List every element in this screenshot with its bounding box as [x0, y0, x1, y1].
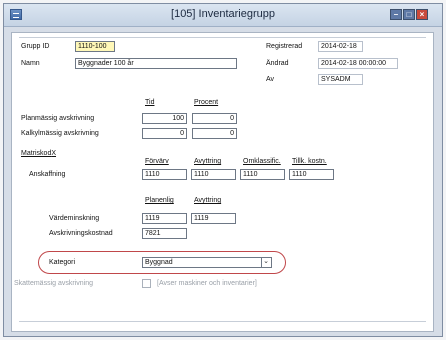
inventariegrupp-window: [105] Inventariegrupp – □ × Grupp ID 111… — [3, 3, 443, 337]
col-avyttring-2: Avyttring — [194, 197, 222, 204]
skattemassig-label: Skattemässig avskrivning — [14, 280, 93, 287]
kategori-select[interactable]: Byggnad ⌄ — [142, 257, 272, 268]
matriskod-heading: MatriskodX — [21, 150, 56, 157]
namn-label: Namn — [21, 60, 40, 67]
kalkylmassig-label: Kalkylmässig avskrivning — [21, 130, 99, 137]
close-button[interactable]: × — [416, 9, 428, 20]
andrad-value: 2014-02-18 00:00:00 — [318, 58, 398, 69]
skattemassig-checkbox-text: [Avser maskiner och inventarier] — [157, 280, 257, 287]
title-bar[interactable]: [105] Inventariegrupp – □ × — [4, 4, 442, 27]
anskaffning-label: Anskaffning — [29, 171, 66, 178]
anskaffning-tillk-field[interactable]: 1110 — [289, 169, 334, 180]
col-tillk-kostn: Tillk. kostn. — [292, 158, 327, 165]
vardeminskning-label: Värdeminskning — [49, 215, 100, 222]
registrerad-value: 2014-02-18 — [318, 41, 363, 52]
anskaffning-avyttring-field[interactable]: 1110 — [191, 169, 236, 180]
grupp-id-label: Grupp ID — [21, 43, 50, 50]
avskrivningskostnad-field[interactable]: 7821 — [142, 228, 187, 239]
col-avyttring: Avyttring — [194, 158, 222, 165]
kategori-label: Kategori — [49, 259, 76, 266]
vardeminskning-avyttring-field[interactable]: 1119 — [191, 213, 236, 224]
anskaffning-omklassific-field[interactable]: 1110 — [240, 169, 285, 180]
minimize-button[interactable]: – — [390, 9, 402, 20]
av-label: Av — [266, 76, 275, 83]
avskrivningskostnad-label: Avskrivningskostnad — [49, 230, 113, 237]
grupp-id-field[interactable]: 1110-100 — [75, 41, 115, 52]
kalkylmassig-procent-field[interactable]: 0 — [192, 128, 237, 139]
registrerad-label: Registrerad — [266, 43, 303, 50]
av-value: SYSADM — [318, 74, 363, 85]
skattemassig-checkbox[interactable] — [142, 279, 151, 288]
planmassig-procent-field[interactable]: 0 — [192, 113, 237, 124]
kategori-value: Byggnad — [145, 259, 173, 266]
bottom-divider — [19, 321, 426, 322]
tid-header: Tid — [145, 99, 155, 106]
matriskod-suffix: X — [51, 150, 57, 157]
procent-header: Procent — [194, 99, 219, 106]
vardeminskning-planenlig-field[interactable]: 1119 — [142, 213, 187, 224]
anskaffning-forvarv-field[interactable]: 1110 — [142, 169, 187, 180]
chevron-down-icon[interactable]: ⌄ — [261, 258, 270, 267]
planmassig-tid-field[interactable]: 100 — [142, 113, 187, 124]
matriskod-title: Matriskod — [21, 150, 52, 157]
maximize-button[interactable]: □ — [403, 9, 415, 20]
namn-field[interactable]: Byggnader 100 år — [75, 58, 237, 69]
top-divider — [19, 37, 426, 38]
planmassig-label: Planmässig avskrivning — [21, 115, 95, 122]
window-title: [105] Inventariegrupp — [171, 8, 275, 20]
col-omklassific: Omklassific. — [243, 158, 281, 165]
col-planenlig: Planenlig — [145, 197, 174, 204]
kalkylmassig-tid-field[interactable]: 0 — [142, 128, 187, 139]
form-panel: Grupp ID 1110-100 Namn Byggnader 100 år … — [11, 32, 434, 332]
andrad-label: Ändrad — [266, 60, 289, 67]
col-forvarv: Förvärv — [145, 158, 169, 165]
